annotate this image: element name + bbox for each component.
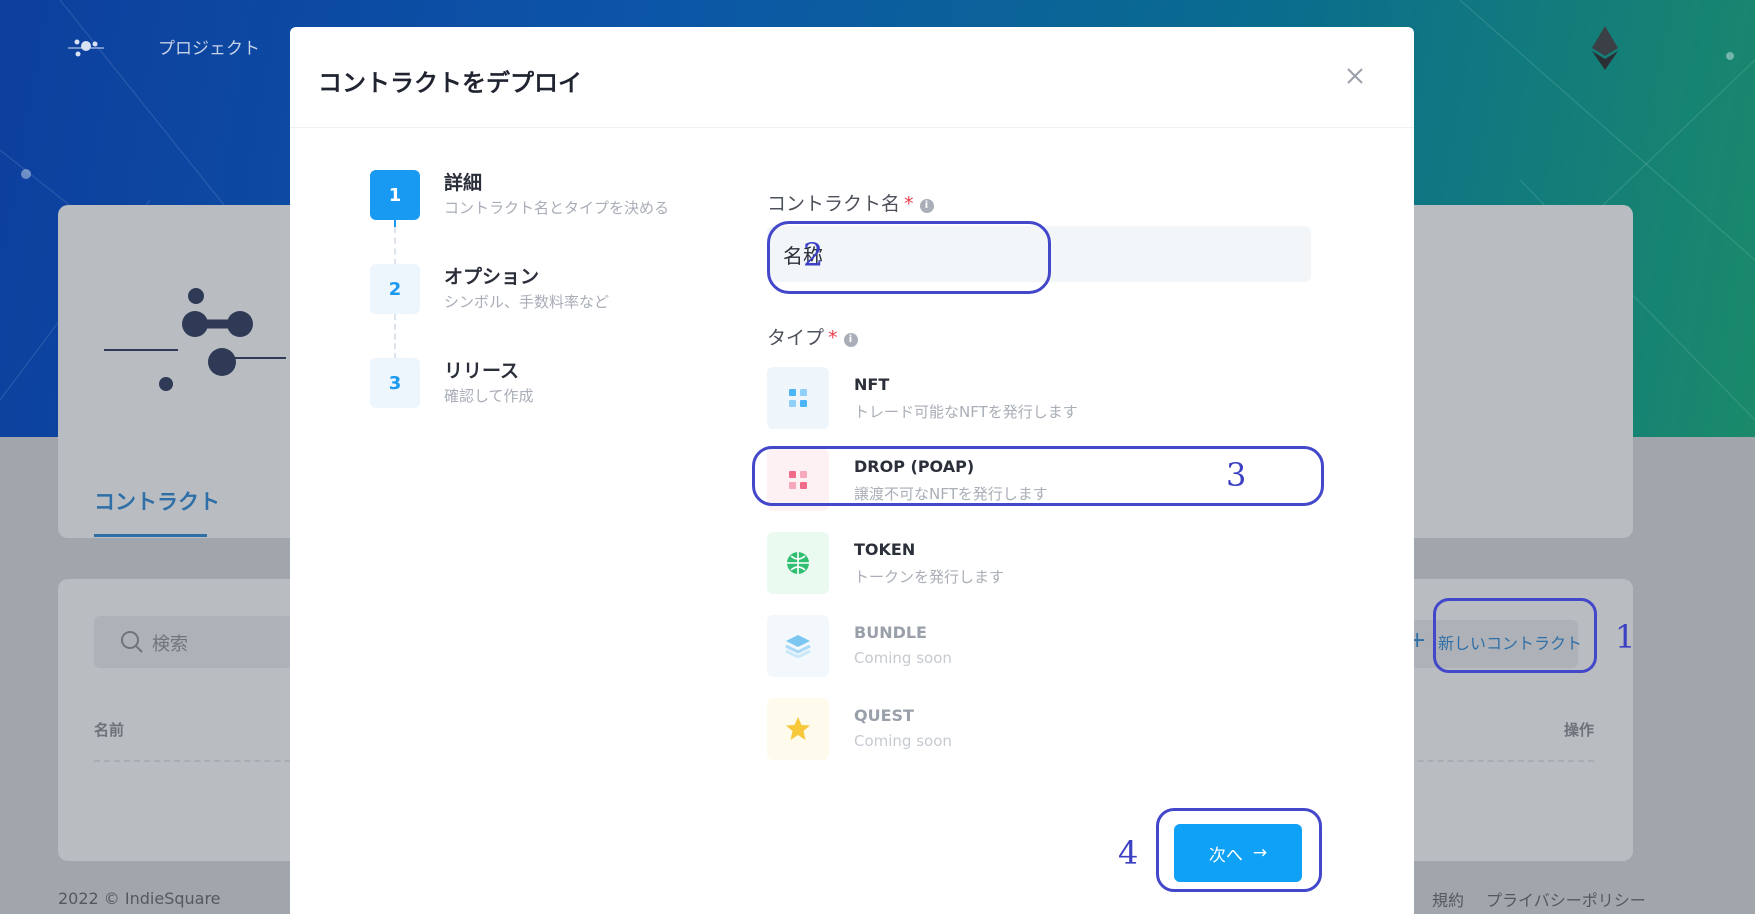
step-description: シンボル、手数料率など	[444, 293, 610, 311]
step-number: 2	[370, 264, 420, 314]
step-connector	[394, 314, 396, 359]
close-icon[interactable]	[1342, 63, 1368, 89]
annotation-number-4: 4	[1118, 834, 1139, 872]
step-title: 詳細	[444, 172, 483, 194]
type-option-bundle: BUNDLE Coming soon	[767, 615, 1311, 677]
step-number: 3	[370, 358, 420, 408]
column-header-name: 名前	[94, 721, 125, 739]
required-mark: *	[828, 327, 838, 349]
type-option-nft[interactable]: NFT トレード可能なNFTを発行します	[767, 367, 1311, 429]
type-label: タイプ * i	[767, 323, 858, 350]
quest-star-icon	[767, 698, 829, 760]
ethereum-icon[interactable]	[1592, 26, 1618, 70]
bundle-layers-icon	[767, 615, 829, 677]
modal-header: コントラクトをデプロイ	[290, 27, 1414, 128]
type-name: QUEST	[854, 706, 914, 725]
step-number: 1	[370, 170, 420, 220]
annotation-box-1	[1433, 598, 1597, 673]
step-title: リリース	[444, 360, 520, 382]
footer-copyright: 2022 © IndieSquare	[58, 889, 221, 908]
search-placeholder: 検索	[152, 634, 188, 655]
footer-terms-link[interactable]: 規約	[1432, 891, 1464, 910]
info-icon[interactable]: i	[843, 333, 858, 347]
type-name: BUNDLE	[854, 623, 927, 642]
search-icon	[121, 631, 143, 653]
column-header-actions: 操作	[1564, 721, 1595, 739]
contract-name-label: コントラクト名 * i	[767, 189, 934, 216]
tab-contracts[interactable]: コントラクト	[94, 486, 220, 516]
annotation-box-4	[1156, 808, 1322, 892]
step-description: 確認して作成	[444, 387, 534, 405]
footer-links: 規約 プライバシーポリシー	[1410, 887, 1646, 911]
info-icon[interactable]: i	[919, 199, 934, 213]
step-connector	[394, 227, 396, 265]
nft-grid-icon	[767, 367, 829, 429]
step-title: オプション	[444, 266, 540, 288]
nav-projects-link[interactable]: プロジェクト	[158, 34, 260, 59]
type-description: Coming soon	[854, 649, 952, 667]
step-release[interactable]: 3 リリース 確認して作成	[370, 358, 690, 410]
type-description: Coming soon	[854, 732, 952, 750]
step-description: コントラクト名とタイプを決める	[444, 199, 670, 217]
footer-privacy-link[interactable]: プライバシーポリシー	[1486, 891, 1646, 910]
type-name: TOKEN	[854, 540, 916, 559]
modal-title: コントラクトをデプロイ	[318, 69, 582, 97]
type-description: トークンを発行します	[854, 568, 1005, 586]
type-option-quest: QUEST Coming soon	[767, 698, 1311, 760]
annotation-number-2: 2	[803, 236, 824, 274]
type-option-token[interactable]: TOKEN トークンを発行します	[767, 532, 1311, 594]
step-options[interactable]: 2 オプション シンボル、手数料率など	[370, 264, 690, 316]
tab-active-indicator	[94, 534, 207, 537]
type-name: NFT	[854, 375, 890, 394]
step-details[interactable]: 1 詳細 コントラクト名とタイプを決める	[370, 170, 690, 222]
annotation-number-1: 1	[1615, 618, 1636, 656]
token-globe-icon	[767, 532, 829, 594]
project-logo-icon	[104, 288, 286, 391]
annotation-number-3: 3	[1226, 456, 1247, 494]
type-description: トレード可能なNFTを発行します	[854, 403, 1078, 421]
app-logo-icon[interactable]	[68, 34, 104, 60]
required-mark: *	[904, 193, 914, 215]
